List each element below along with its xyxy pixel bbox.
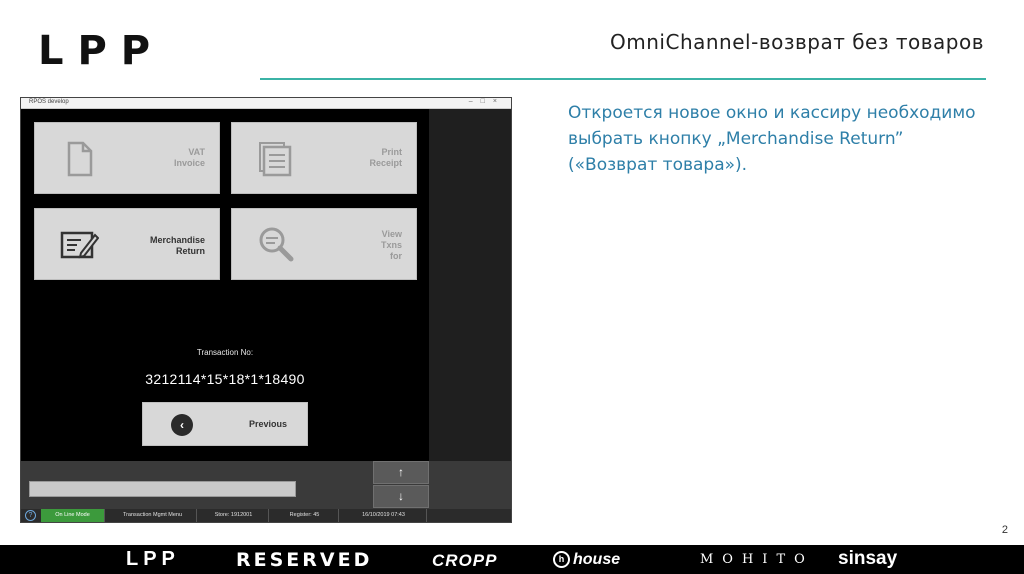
brand-sinsay: sinsay	[838, 548, 898, 569]
house-logo-icon: h	[553, 551, 570, 569]
vat-invoice-label: VAT Invoice	[173, 147, 205, 168]
brand-lpp: LPP	[126, 548, 180, 570]
title-divider	[260, 78, 986, 80]
view-txns-button[interactable]: View Txns for	[231, 208, 417, 280]
previous-label: Previous	[248, 419, 287, 429]
status-bar: ? On Line Mode Transaction Mgmt Menu Sto…	[21, 509, 511, 522]
chevron-left-icon: ‹	[171, 414, 193, 436]
brand-reserved: RESERVED	[236, 549, 373, 571]
instruction-text: Откроется новое окно и кассиру необходим…	[568, 103, 976, 175]
scroll-down-button[interactable]: ↓	[373, 485, 429, 508]
vat-invoice-button[interactable]: VAT Invoice	[34, 122, 220, 194]
slide-title: OmniChannel-возврат без товаров	[610, 30, 984, 54]
brand-cropp: CROPP	[432, 551, 498, 570]
store-status: Store: 1912001	[199, 509, 269, 522]
merchandise-return-label: Merchandise Return	[149, 235, 205, 256]
online-mode-status: On Line Mode	[41, 509, 105, 522]
transaction-number: 3212114*15*18*1*18490	[145, 371, 305, 387]
help-icon[interactable]: ?	[25, 510, 36, 521]
receipt-stack-icon	[259, 142, 292, 177]
window-controls[interactable]: –□×	[469, 98, 505, 105]
pos-side-pane	[429, 109, 511, 461]
magnifier-icon	[259, 227, 294, 262]
scroll-up-button[interactable]: ↑	[373, 461, 429, 484]
arrow-up-icon: ↑	[398, 465, 404, 479]
previous-button[interactable]: ‹ Previous	[142, 402, 308, 446]
page-number: 2	[1001, 524, 1008, 536]
window-title: RPOS develop	[29, 99, 69, 105]
scan-input[interactable]	[29, 481, 296, 497]
window-titlebar: RPOS develop –□×	[21, 98, 511, 109]
datetime-status: 16/10/2019 07:43	[341, 509, 427, 522]
transaction-label: Transaction No:	[196, 348, 254, 357]
pos-window: RPOS develop –□× VAT Invoice Print Recei…	[20, 97, 512, 523]
print-receipt-label: Print Receipt	[369, 147, 402, 168]
menu-status: Transaction Mgmt Menu	[109, 509, 197, 522]
view-txns-label: View Txns for	[380, 229, 402, 261]
input-area: ↑ ↓	[21, 461, 511, 509]
brand-house: h house	[553, 551, 620, 569]
arrow-down-icon: ↓	[398, 489, 404, 503]
brand-mohito: MOHITO	[700, 552, 814, 567]
brand-house-label: house	[573, 551, 621, 568]
document-icon	[67, 141, 93, 177]
print-receipt-button[interactable]: Print Receipt	[231, 122, 417, 194]
merchandise-return-button[interactable]: Merchandise Return	[34, 208, 220, 280]
lpp-logo: LPP	[38, 28, 165, 74]
pos-main-pane: VAT Invoice Print Receipt Merchandise Re…	[21, 109, 429, 461]
slide: LPP OmniChannel-возврат без товаров RPOS…	[0, 0, 1024, 574]
brand-footer: LPP RESERVED CROPP h house MOHITO sinsay	[0, 545, 1024, 574]
edit-form-icon	[60, 231, 99, 259]
register-status: Register: 45	[271, 509, 339, 522]
